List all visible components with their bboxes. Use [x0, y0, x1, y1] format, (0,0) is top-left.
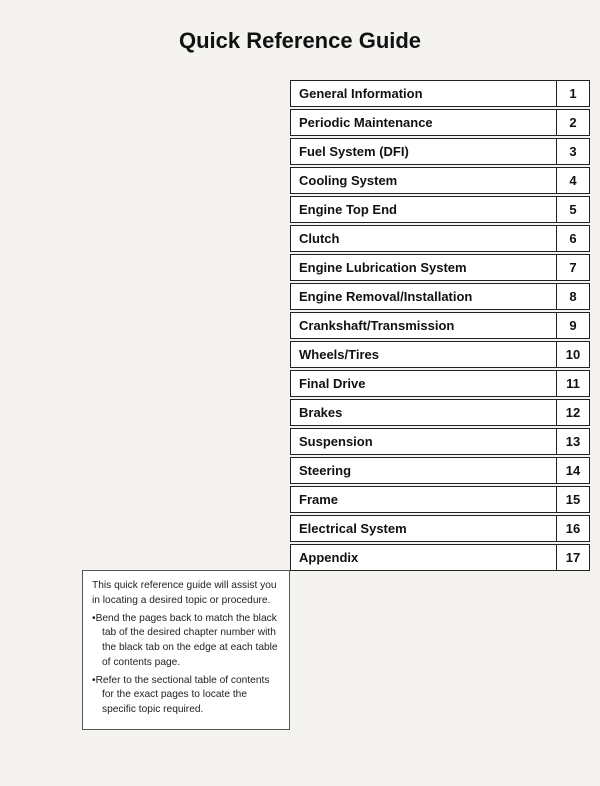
toc-row: Engine Top End5 — [290, 196, 590, 223]
note-bullet: •Bend the pages back to match the black … — [92, 612, 280, 671]
toc-number: 12 — [557, 400, 589, 425]
toc-label: Engine Removal/Installation — [291, 284, 557, 309]
toc-row: Suspension13 — [290, 428, 590, 455]
toc-number: 9 — [557, 313, 589, 338]
toc-label: Wheels/Tires — [291, 342, 557, 367]
toc-number: 8 — [557, 284, 589, 309]
toc-label: Steering — [291, 458, 557, 483]
toc-row: Frame15 — [290, 486, 590, 513]
toc-number: 17 — [557, 545, 589, 570]
toc-label: Appendix — [291, 545, 557, 570]
toc-number: 1 — [557, 81, 589, 106]
note-intro: This quick reference guide will assist y… — [92, 579, 280, 609]
toc-row: General Information1 — [290, 80, 590, 107]
toc-label: Clutch — [291, 226, 557, 251]
toc-number: 2 — [557, 110, 589, 135]
toc-label: Fuel System (DFI) — [291, 139, 557, 164]
toc-row: Brakes12 — [290, 399, 590, 426]
toc-number: 11 — [557, 371, 589, 396]
toc-row: Steering14 — [290, 457, 590, 484]
toc-label: Final Drive — [291, 371, 557, 396]
toc-number: 10 — [557, 342, 589, 367]
toc-label: Engine Lubrication System — [291, 255, 557, 280]
note-bullet: •Refer to the sectional table of content… — [92, 674, 280, 718]
toc-number: 13 — [557, 429, 589, 454]
toc-number: 14 — [557, 458, 589, 483]
toc-row: Electrical System16 — [290, 515, 590, 542]
toc-label: General Information — [291, 81, 557, 106]
note-box: This quick reference guide will assist y… — [82, 570, 290, 730]
toc-label: Brakes — [291, 400, 557, 425]
toc-number: 3 — [557, 139, 589, 164]
toc-row: Wheels/Tires10 — [290, 341, 590, 368]
toc-number: 16 — [557, 516, 589, 541]
toc-label: Crankshaft/Transmission — [291, 313, 557, 338]
toc-number: 6 — [557, 226, 589, 251]
toc-label: Cooling System — [291, 168, 557, 193]
toc-row: Cooling System4 — [290, 167, 590, 194]
toc-row: Engine Removal/Installation8 — [290, 283, 590, 310]
toc-row: Crankshaft/Transmission9 — [290, 312, 590, 339]
toc-number: 15 — [557, 487, 589, 512]
page: Quick Reference Guide General Informatio… — [0, 0, 600, 786]
toc-row: Appendix17 — [290, 544, 590, 571]
toc-label: Suspension — [291, 429, 557, 454]
toc-row: Final Drive11 — [290, 370, 590, 397]
toc-number: 4 — [557, 168, 589, 193]
toc-container: General Information1Periodic Maintenance… — [290, 80, 590, 573]
toc-label: Electrical System — [291, 516, 557, 541]
toc-number: 5 — [557, 197, 589, 222]
toc-row: Fuel System (DFI)3 — [290, 138, 590, 165]
page-title: Quick Reference Guide — [0, 0, 600, 72]
toc-label: Frame — [291, 487, 557, 512]
toc-row: Clutch6 — [290, 225, 590, 252]
toc-number: 7 — [557, 255, 589, 280]
toc-row: Engine Lubrication System7 — [290, 254, 590, 281]
toc-row: Periodic Maintenance2 — [290, 109, 590, 136]
toc-label: Engine Top End — [291, 197, 557, 222]
toc-label: Periodic Maintenance — [291, 110, 557, 135]
